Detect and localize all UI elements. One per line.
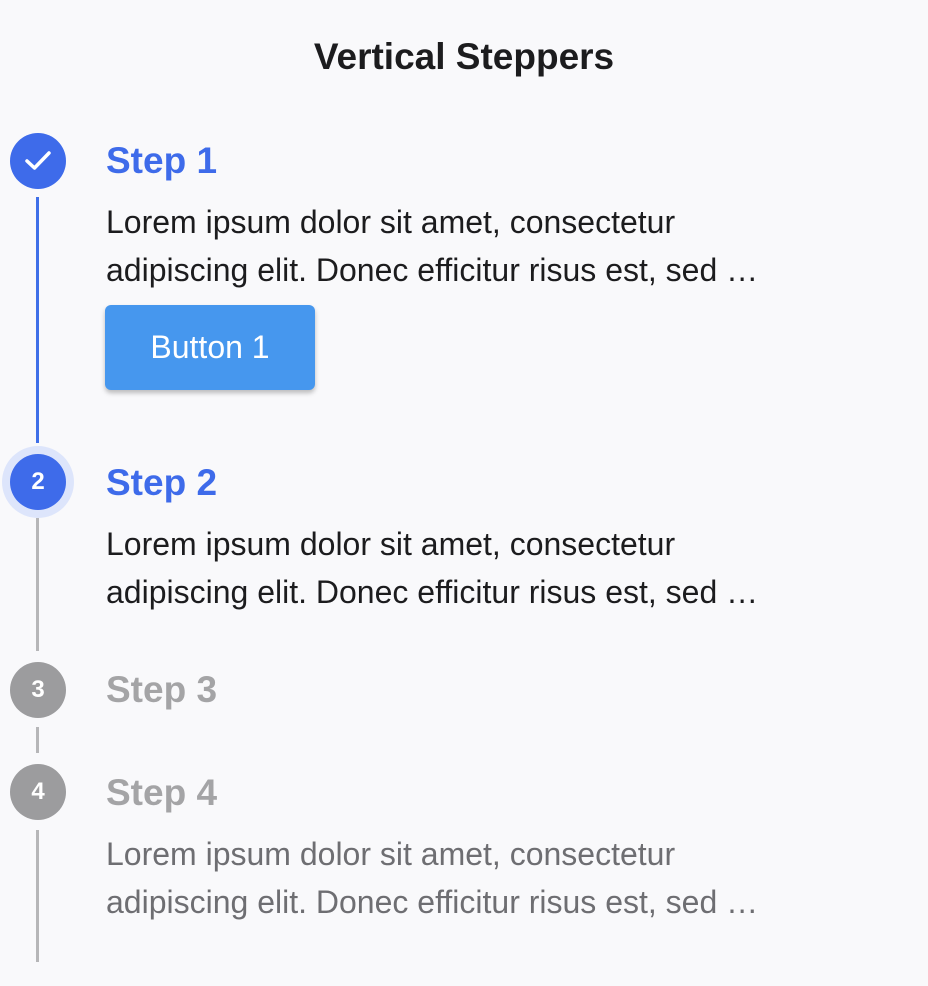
step-connector-2 bbox=[36, 518, 39, 651]
step-2-description: Lorem ipsum dolor sit amet, consectetur … bbox=[106, 526, 759, 610]
check-icon bbox=[24, 150, 52, 172]
vertical-stepper-page: Vertical Steppers Step 1 Lorem ipsum dol… bbox=[0, 0, 928, 986]
step-2-indicator[interactable]: 2 bbox=[10, 454, 66, 510]
step-1-title[interactable]: Step 1 bbox=[106, 139, 217, 183]
step-1-button[interactable]: Button 1 bbox=[105, 305, 315, 390]
step-connector-3 bbox=[36, 727, 39, 753]
step-4-title[interactable]: Step 4 bbox=[106, 771, 217, 815]
step-1-description: Lorem ipsum dolor sit amet, consectetur … bbox=[106, 204, 759, 288]
step-3-indicator[interactable]: 3 bbox=[10, 662, 66, 718]
step-4-indicator[interactable]: 4 bbox=[10, 764, 66, 820]
step-2-title[interactable]: Step 2 bbox=[106, 461, 217, 505]
step-1-indicator[interactable] bbox=[10, 133, 66, 189]
step-4-description: Lorem ipsum dolor sit amet, consectetur … bbox=[106, 836, 759, 920]
step-connector-4 bbox=[36, 830, 39, 962]
step-connector-1 bbox=[36, 197, 39, 443]
step-3-title[interactable]: Step 3 bbox=[106, 668, 217, 712]
page-title: Vertical Steppers bbox=[313, 36, 615, 77]
